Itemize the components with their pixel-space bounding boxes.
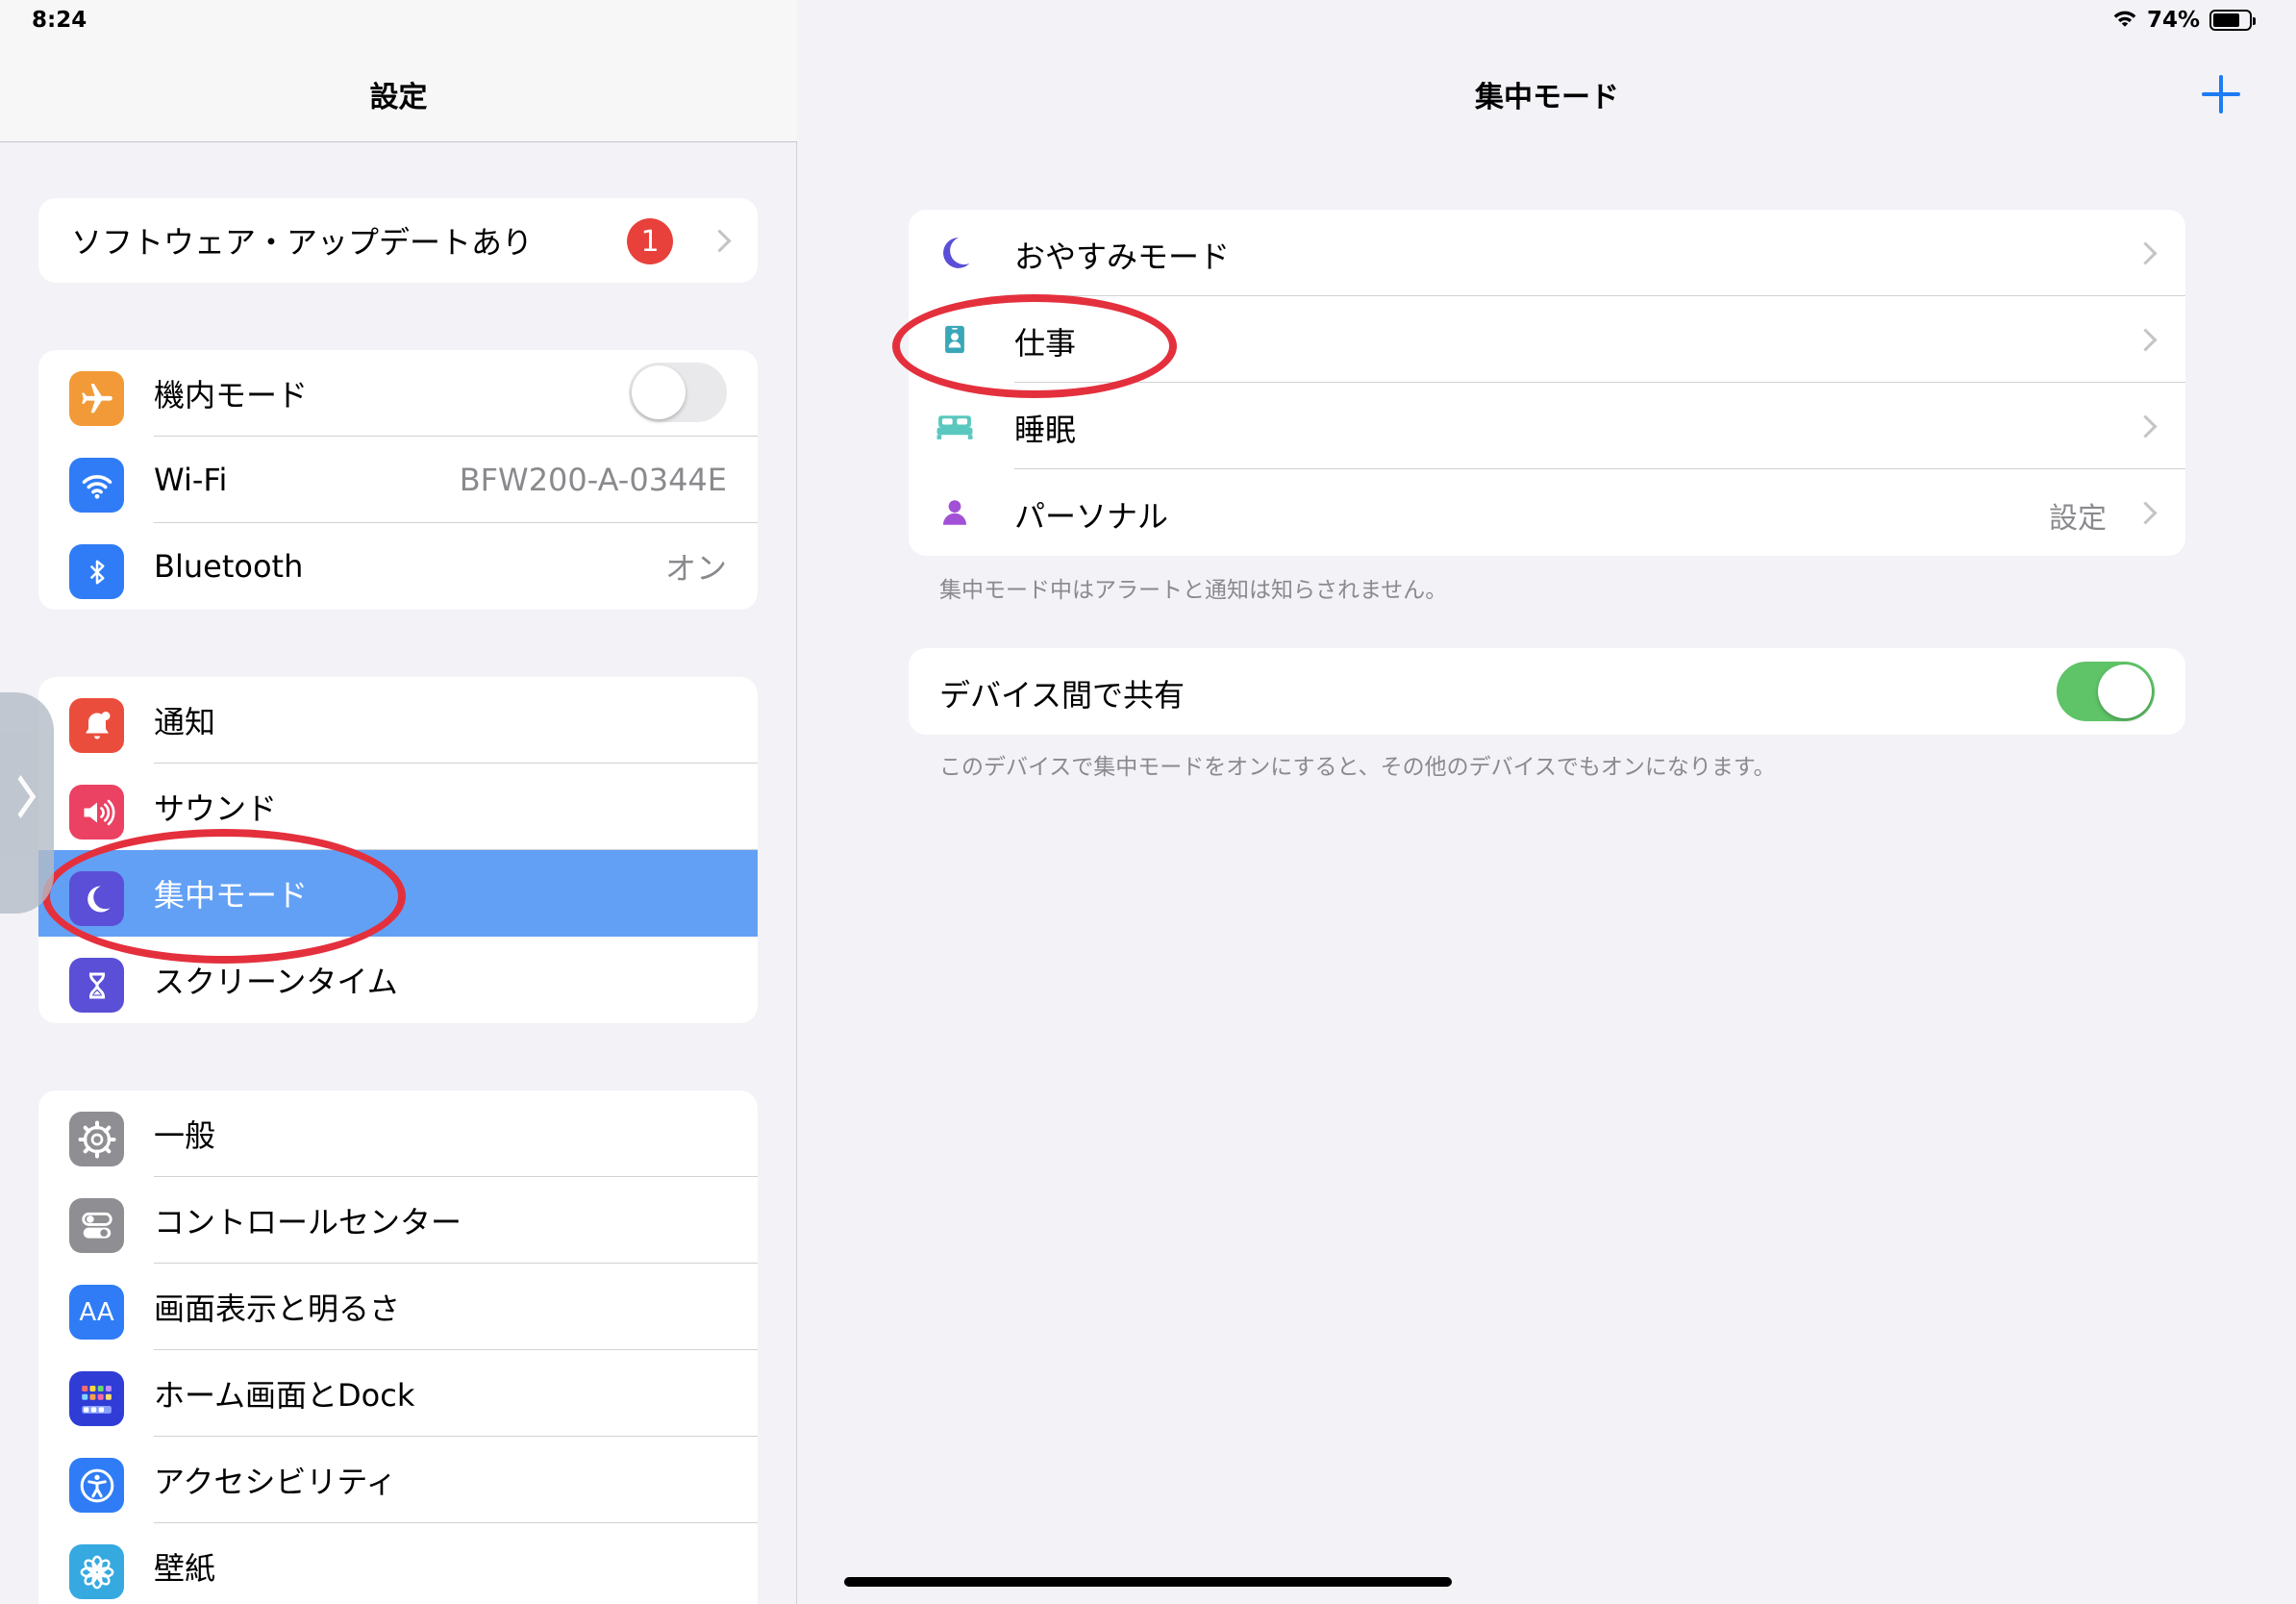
detail-title: 集中モード <box>1475 81 1619 114</box>
focus-modes-group: おやすみモード 仕事 睡眠 パーソナル 設定 <box>909 210 2185 556</box>
sidebar-item-label: ホーム画面とDock <box>154 1377 415 1414</box>
airplane-icon <box>69 371 124 426</box>
status-indicators: 74% <box>2112 8 2256 33</box>
sidebar-item-label: 集中モード <box>154 877 309 914</box>
sidebar-item-sounds[interactable]: サウンド <box>38 764 758 850</box>
share-across-devices-row: デバイス間で共有 <box>909 648 2185 735</box>
moon-icon <box>69 871 124 926</box>
airplane-mode-toggle[interactable] <box>629 363 727 422</box>
focus-mode-personal[interactable]: パーソナル 設定 <box>909 469 2185 556</box>
sidebar-item-display[interactable]: AA 画面表示と明るさ <box>38 1264 758 1350</box>
chevron-right-icon <box>711 227 727 254</box>
chevron-right-icon <box>2137 499 2153 526</box>
chevron-right-icon <box>2137 413 2153 439</box>
sidebar-item-label: 画面表示と明るさ <box>154 1291 401 1327</box>
sidebar-item-screen-time[interactable]: スクリーンタイム <box>38 937 758 1023</box>
settings-sidebar: 設定 ソフトウェア・アップデートあり 1 機内モード Wi-Fi BFW200-… <box>0 0 797 1604</box>
battery-fill <box>2213 13 2239 27</box>
focus-detail-pane: 集中モード おやすみモード 仕事 睡眠 パーソナル 設定 集中モード中はアラート… <box>798 0 2296 1604</box>
sidebar-item-general[interactable]: 一般 <box>38 1090 758 1177</box>
sidebar-item-bluetooth[interactable]: Bluetooth オン <box>38 523 758 610</box>
text-size-icon: AA <box>69 1285 124 1340</box>
update-badge: 1 <box>627 218 673 264</box>
status-time: 8:24 <box>32 8 87 33</box>
chevron-right-icon <box>2137 239 2153 266</box>
id-badge-icon <box>936 320 974 359</box>
wifi-network-name: BFW200-A-0344E <box>459 462 727 498</box>
gear-icon <box>69 1112 124 1166</box>
focus-modes-footnote: 集中モード中はアラートと通知は知らされません。 <box>939 578 1448 603</box>
share-group: デバイス間で共有 <box>909 648 2185 735</box>
sidebar-item-wifi[interactable]: Wi-Fi BFW200-A-0344E <box>38 437 758 523</box>
focus-mode-sleep[interactable]: 睡眠 <box>909 383 2185 469</box>
sidebar-item-accessibility[interactable]: アクセシビリティ <box>38 1437 758 1523</box>
switches-icon <box>69 1198 124 1253</box>
hourglass-icon <box>69 958 124 1013</box>
sidebar-item-label: 壁紙 <box>154 1550 216 1587</box>
software-update-label: ソフトウェア・アップデートあり <box>71 224 534 261</box>
sidebar-header: 設定 <box>0 0 797 142</box>
wifi-status-icon <box>2112 8 2137 33</box>
connectivity-group: 機内モード Wi-Fi BFW200-A-0344E Bluetooth オン <box>38 350 758 610</box>
sidebar-item-wallpaper[interactable]: 壁紙 <box>38 1523 758 1604</box>
bluetooth-status: オン <box>664 550 727 587</box>
sidebar-item-label: 一般 <box>154 1117 216 1154</box>
moon-icon <box>936 234 974 272</box>
sidebar-item-label: アクセシビリティ <box>154 1464 397 1500</box>
notifications-group: 通知 サウンド 集中モード スクリーンタイム <box>38 677 758 1023</box>
sidebar-title: 設定 <box>369 81 428 114</box>
sidebar-item-label: Wi-Fi <box>154 462 228 498</box>
focus-mode-label: 睡眠 <box>1014 412 1077 448</box>
sidebar-item-label: Bluetooth <box>154 548 304 585</box>
focus-mode-label: おやすみモード <box>1014 238 1231 275</box>
update-group: ソフトウェア・アップデートあり 1 <box>38 198 758 283</box>
sidebar-item-label: コントロールセンター <box>154 1204 462 1241</box>
sidebar-item-label: サウンド <box>154 790 278 827</box>
accessibility-icon <box>69 1458 124 1513</box>
bluetooth-icon <box>69 544 124 599</box>
sidebar-item-label: 機内モード <box>154 377 309 414</box>
personal-setup-value: 設定 <box>2049 502 2107 536</box>
focus-mode-work[interactable]: 仕事 <box>909 296 2185 383</box>
sidebar-item-label: 通知 <box>154 704 216 740</box>
flower-icon <box>69 1544 124 1599</box>
focus-mode-label: 仕事 <box>1014 325 1077 362</box>
battery-percentage: 74% <box>2146 8 2200 33</box>
toggle-knob <box>632 365 686 419</box>
sidebar-reveal-handle[interactable] <box>0 692 54 914</box>
bed-icon <box>936 407 974 445</box>
sidebar-item-control-center[interactable]: コントロールセンター <box>38 1177 758 1264</box>
sidebar-item-home-screen[interactable]: ホーム画面とDock <box>38 1350 758 1437</box>
general-group: 一般 コントロールセンター AA 画面表示と明るさ ホーム画面とDock アクセ… <box>38 1090 758 1604</box>
sidebar-item-airplane-mode[interactable]: 機内モード <box>38 350 758 437</box>
ipad-settings-screen: 設定 ソフトウェア・アップデートあり 1 機内モード Wi-Fi BFW200-… <box>0 0 2296 1604</box>
bell-icon <box>69 698 124 753</box>
share-footnote: このデバイスで集中モードをオンにすると、その他のデバイスでもオンになります。 <box>939 755 1776 780</box>
sidebar-item-focus[interactable]: 集中モード <box>38 850 758 937</box>
speaker-icon <box>69 785 124 840</box>
battery-icon <box>2209 10 2256 31</box>
focus-mode-do-not-disturb[interactable]: おやすみモード <box>909 210 2185 296</box>
sidebar-item-notifications[interactable]: 通知 <box>38 677 758 764</box>
software-update-row[interactable]: ソフトウェア・アップデートあり 1 <box>38 198 758 283</box>
person-icon <box>936 493 974 532</box>
sidebar-item-label: スクリーンタイム <box>154 964 398 1000</box>
chevron-right-icon <box>2137 326 2153 353</box>
wifi-icon <box>69 458 124 513</box>
home-indicator[interactable] <box>844 1577 1452 1587</box>
home-grid-icon <box>69 1371 124 1426</box>
toggle-knob <box>2098 664 2152 718</box>
focus-mode-label: パーソナル <box>1014 498 1169 535</box>
share-across-devices-toggle[interactable] <box>2057 662 2155 721</box>
add-focus-button[interactable] <box>2202 75 2240 113</box>
share-across-devices-label: デバイス間で共有 <box>939 677 1185 714</box>
